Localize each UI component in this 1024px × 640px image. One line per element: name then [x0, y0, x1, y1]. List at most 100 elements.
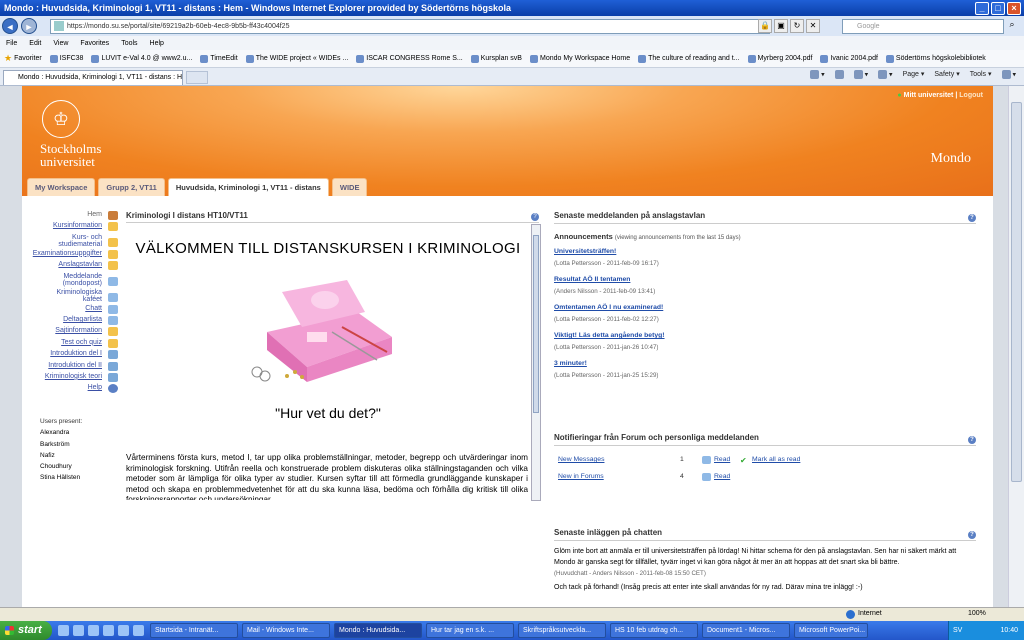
page-scrollbar[interactable] [1008, 86, 1024, 607]
language-indicator[interactable]: SV [953, 621, 962, 640]
print-icon[interactable]: ▾ [878, 70, 893, 79]
sidebar-item-kafeet[interactable]: Kriminologiska kaféet [22, 289, 120, 304]
quick-launch-icon[interactable] [58, 625, 69, 636]
portlet-scrollbar[interactable] [531, 224, 541, 501]
new-messages-link[interactable]: New Messages [558, 456, 604, 466]
lock-icon[interactable]: 🔒 [758, 19, 772, 33]
sidebar-item-help[interactable]: Help [22, 384, 120, 394]
taskbar-item[interactable]: HS 10 feb utdrag ch... [610, 623, 698, 638]
tools-menu[interactable]: Tools ▾ [970, 70, 992, 79]
help-icon[interactable]: ? [968, 214, 976, 222]
address-url[interactable]: https://mondo.su.se/portal/site/69219a2b… [67, 23, 769, 30]
compatibility-icon[interactable]: ▣ [774, 19, 788, 33]
quick-launch-icon[interactable] [118, 625, 129, 636]
tab-wide[interactable]: WIDE [331, 178, 368, 196]
read-messages-link[interactable]: Read [702, 456, 730, 464]
favorite-link[interactable]: The culture of reading and t... [638, 54, 740, 63]
help-icon[interactable]: ? [531, 213, 539, 221]
sidebar-item-chatt[interactable]: Chatt [22, 304, 120, 314]
sidebar-item-test-och-quiz[interactable]: Test och quiz [22, 338, 120, 348]
sidebar-item-kursmaterial[interactable]: Kurs- och studiematerial [22, 234, 120, 249]
mail-icon[interactable]: ▾ [853, 70, 868, 79]
favorite-link[interactable]: Mondo My Workspace Home [529, 54, 630, 63]
tab-my-workspace[interactable]: My Workspace [27, 178, 96, 196]
search-icon[interactable]: ⌕ [1005, 19, 1019, 34]
taskbar-item[interactable]: Startsida - Intranät... [150, 623, 238, 638]
start-button[interactable]: start [0, 621, 52, 640]
menu-help[interactable]: Help [150, 40, 164, 47]
sidebar-item-sajtinformation[interactable]: Sajtinformation [22, 327, 120, 337]
quick-launch-icon[interactable] [73, 625, 84, 636]
sidebar-item-hem[interactable]: Hem [22, 211, 120, 220]
safety-menu[interactable]: Safety ▾ [934, 70, 959, 79]
favorite-link[interactable]: Ivanic 2004.pdf [820, 54, 878, 63]
close-button[interactable]: × [1007, 1, 1021, 15]
home-icon[interactable]: ▾ [810, 70, 825, 79]
taskbar-item[interactable]: Microsoft PowerPoi... [794, 623, 868, 638]
tab-grupp-2[interactable]: Grupp 2, VT11 [98, 178, 165, 196]
favorite-link[interactable]: Södertörns högskolebibliotek [885, 54, 986, 63]
announcement-link[interactable]: Omtentamen AÖ I nu examinerad! [554, 303, 976, 312]
my-university-link[interactable]: Mitt universitet [904, 92, 954, 99]
address-bar[interactable]: https://mondo.su.se/portal/site/69219a2b… [50, 18, 770, 34]
help-icon[interactable]: ▾ [1001, 70, 1016, 79]
sidebar-item-deltagarlista[interactable]: Deltagarlista [22, 315, 120, 325]
scroll-thumb[interactable] [1011, 102, 1022, 482]
browser-tab[interactable]: Mondo : Huvudsida, Kriminologi 1, VT11 -… [3, 70, 183, 85]
tab-huvudsida[interactable]: Huvudsida, Kriminologi 1, VT11 - distans [167, 178, 329, 196]
minimize-button[interactable]: _ [975, 1, 989, 15]
zoom-level[interactable]: 100% [968, 610, 986, 617]
sidebar-item-introduktion-2[interactable]: Introduktion del II [22, 361, 120, 371]
sidebar-item-introduktion-1[interactable]: Introduktion del I [22, 350, 120, 360]
quick-launch-icon[interactable] [88, 625, 99, 636]
sidebar-item-anslagstavlan[interactable]: Anslagstavlan [22, 261, 120, 271]
menu-favorites[interactable]: Favorites [80, 40, 109, 47]
favorite-link[interactable]: TimeEdit [200, 54, 238, 63]
menu-file[interactable]: File [6, 40, 17, 47]
favorite-link[interactable]: The WIDE project « WIDEs ... [245, 54, 348, 63]
page-menu[interactable]: Page ▾ [903, 70, 925, 79]
sidebar-item-examination[interactable]: Examinationsuppgifter [22, 249, 120, 259]
taskbar-item[interactable]: Document1 - Micros... [702, 623, 790, 638]
announcement-link[interactable]: Universitetsträffen! [554, 247, 976, 256]
new-in-forums-link[interactable]: New in Forums [558, 473, 604, 483]
back-button[interactable]: ◄ [2, 18, 18, 34]
announcement-link[interactable]: Resultat AÖ II tentamen [554, 275, 976, 284]
announcement-meta: (Anders Nilsson - 2011-feb-09 13:41) [554, 288, 656, 295]
announcement-link[interactable]: Viktigt! Läs detta angående betyg! [554, 331, 976, 340]
refresh-icon[interactable]: ↻ [790, 19, 804, 33]
taskbar-item[interactable]: Mail - Windows Inte... [242, 623, 330, 638]
help-icon[interactable]: ? [968, 531, 976, 539]
quick-launch-icon[interactable] [133, 625, 144, 636]
mark-all-read-link[interactable]: ✔ Mark all as read [740, 456, 800, 465]
maximize-button[interactable]: □ [991, 1, 1005, 15]
help-icon[interactable]: ? [968, 436, 976, 444]
favorite-link[interactable]: ISCAR CONGRESS Rome S... [356, 54, 463, 63]
logout-link[interactable]: Logout [959, 92, 983, 99]
sidebar-item-teori[interactable]: Kriminologisk teori [22, 372, 120, 382]
search-input[interactable]: Google [842, 18, 1004, 34]
clock[interactable]: 10:40 [1000, 627, 1018, 634]
menu-view[interactable]: View [53, 40, 68, 47]
stop-icon[interactable]: ✕ [806, 19, 820, 33]
favorite-link[interactable]: Kursplan svB [470, 54, 522, 63]
favorite-link[interactable]: Myrberg 2004.pdf [747, 54, 812, 63]
read-forums-link[interactable]: Read [702, 473, 730, 481]
menu-edit[interactable]: Edit [29, 40, 41, 47]
new-tab-button[interactable] [186, 71, 208, 84]
menu-tools[interactable]: Tools [121, 40, 137, 47]
welcome-heading: VÄLKOMMEN TILL DISTANSKURSEN I KRIMINOLO… [135, 240, 521, 257]
favorite-link[interactable]: LUVIT e-Val 4.0 @ www2.u... [91, 54, 192, 63]
sidebar-item-meddelande[interactable]: Meddelande (mondopost) [22, 273, 120, 288]
quick-launch-icon[interactable] [103, 625, 114, 636]
favorites-button[interactable]: ★ Favoriter [4, 53, 42, 64]
taskbar-item[interactable]: Skriftspråksutveckla... [518, 623, 606, 638]
taskbar-item-active[interactable]: Mondo : Huvudsida... [334, 623, 422, 638]
favorite-link[interactable]: ISFC38 [49, 54, 83, 63]
taskbar-item[interactable]: Hur tar jag en s.k. ... [426, 623, 514, 638]
sidebar-item-kursinformation[interactable]: Kursinformation [22, 222, 120, 232]
announcement-link[interactable]: 3 minuter! [554, 359, 976, 368]
scroll-thumb[interactable] [533, 235, 539, 413]
forward-button[interactable]: ► [21, 18, 37, 34]
feeds-icon[interactable] [834, 70, 844, 79]
